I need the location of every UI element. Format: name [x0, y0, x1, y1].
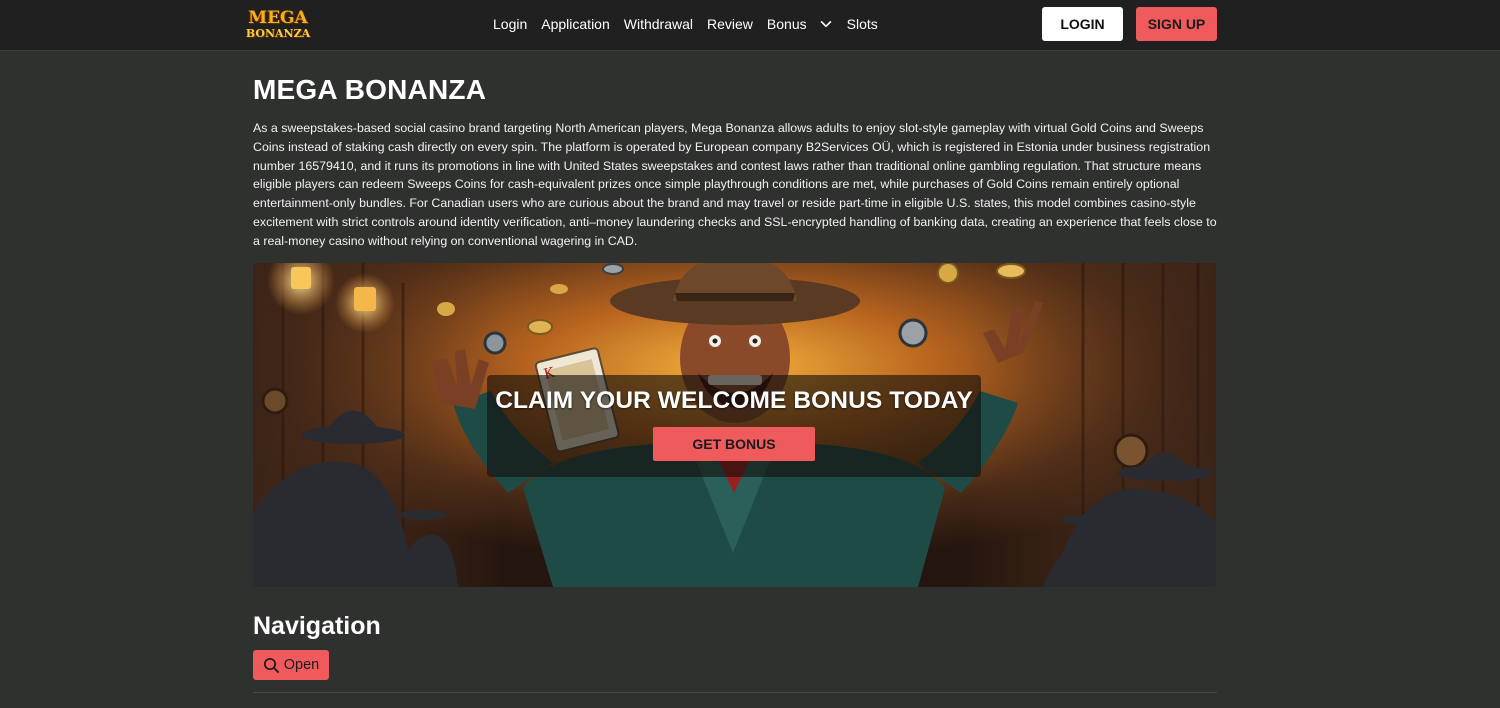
bonus-headline: CLAIM YOUR WELCOME BONUS TODAY	[495, 387, 973, 414]
bonus-callout: CLAIM YOUR WELCOME BONUS TODAY GET BONUS	[487, 375, 981, 477]
search-icon	[263, 657, 279, 673]
welcome-bonus-banner: K CLAIM YOUR WELCOME BONUS TODAY GET BON…	[253, 263, 1216, 587]
navigation-heading: Navigation	[253, 612, 381, 640]
chevron-down-icon[interactable]	[819, 17, 833, 31]
nav-link-review[interactable]: Review	[707, 16, 753, 32]
nav-link-login[interactable]: Login	[493, 16, 527, 32]
nav-dropdown-bonus[interactable]: Bonus	[767, 16, 833, 32]
get-bonus-button[interactable]: GET BONUS	[653, 427, 815, 461]
main-nav: Login Application Withdrawal Review Bonu…	[493, 0, 878, 48]
intro-paragraph: As a sweepstakes-based social casino bra…	[253, 121, 1217, 248]
login-button[interactable]: LOGIN	[1042, 7, 1123, 41]
nav-link-withdrawal[interactable]: Withdrawal	[624, 16, 693, 32]
page-title: MEGA BONANZA	[253, 74, 487, 105]
nav-link-application[interactable]: Application	[541, 16, 610, 32]
open-button-label: Open	[283, 657, 320, 673]
top-navigation-bar: MEGA BONANZA Login Application Withdrawa…	[0, 0, 1500, 51]
nav-link-slots[interactable]: Slots	[847, 16, 878, 32]
logo-text-mega: MEGA	[248, 7, 308, 28]
logo-text-bonanza: BONANZA	[245, 26, 311, 40]
signup-button[interactable]: SIGN UP	[1136, 7, 1217, 41]
section-divider	[253, 692, 1217, 693]
nav-link-bonus[interactable]: Bonus	[767, 16, 807, 32]
mega-bonanza-logo[interactable]: MEGA BONANZA	[246, 4, 310, 44]
open-navigation-button[interactable]: Open	[253, 650, 329, 680]
